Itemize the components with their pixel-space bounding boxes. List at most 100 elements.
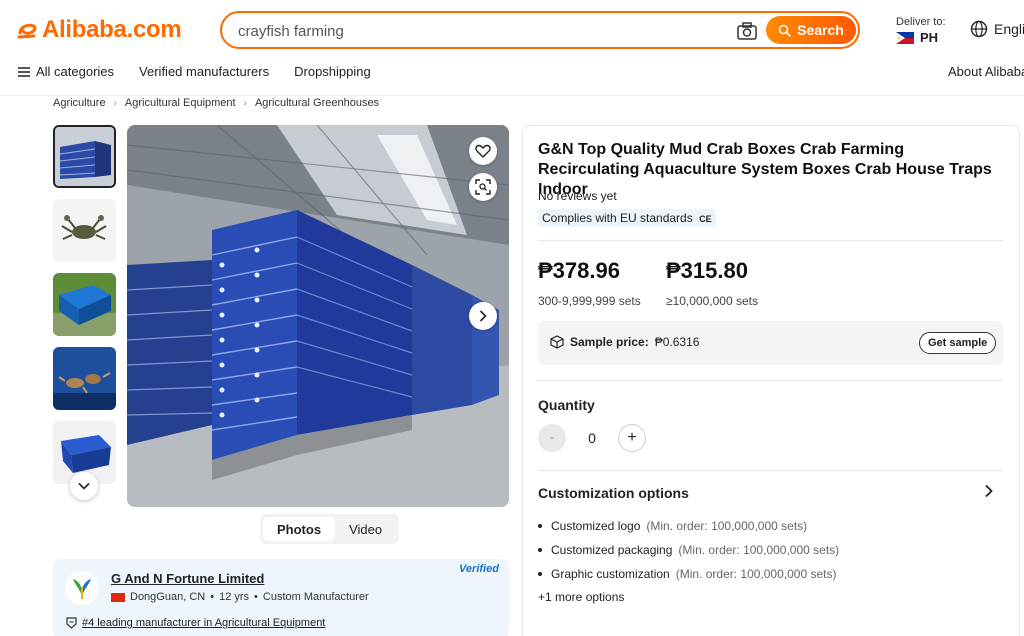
thumbnail-image: [53, 199, 116, 262]
language-label: Engli: [994, 21, 1024, 37]
customization-expand-button[interactable]: [984, 484, 994, 503]
divider: [538, 470, 1003, 471]
media-tabs: Photos Video: [260, 514, 400, 544]
nav-dropshipping[interactable]: Dropshipping: [294, 64, 371, 79]
top-nav: All categories Verified manufacturers Dr…: [18, 64, 371, 79]
image-search-button[interactable]: [469, 173, 497, 201]
leaf-logo-icon: [73, 579, 91, 599]
get-sample-button[interactable]: Get sample: [919, 332, 997, 354]
breadcrumb: Agriculture › Agricultural Equipment › A…: [53, 97, 379, 109]
verified-badge: Verified: [459, 563, 499, 575]
customization-list: Customized logo (Min. order: 100,000,000…: [538, 514, 839, 586]
search-button-label: Search: [797, 22, 844, 38]
award-icon: [66, 617, 77, 629]
supplier-meta: DongGuan, CN • 12 yrs • Custom Manufactu…: [111, 591, 369, 603]
thumbnail-crabs-tank[interactable]: [53, 347, 116, 410]
bullet-icon: [538, 524, 542, 528]
search-bar: Search: [220, 11, 860, 49]
quantity-increase-button[interactable]: +: [618, 424, 646, 452]
nav-verified-manufacturers[interactable]: Verified manufacturers: [139, 64, 269, 79]
breadcrumb-item[interactable]: Agriculture: [53, 97, 106, 109]
thumbnail-image: [53, 273, 116, 336]
quantity-decrease-button[interactable]: -: [538, 424, 566, 452]
nav-dropshipping-label: Dropshipping: [294, 64, 371, 79]
supplier-logo[interactable]: [65, 571, 99, 605]
supplier-years: 12 yrs: [219, 591, 250, 603]
supplier-card: G And N Fortune Limited DongGuan, CN • 1…: [53, 559, 509, 636]
search-button[interactable]: Search: [766, 16, 856, 44]
divider: [538, 240, 1003, 241]
chevron-right-icon: ›: [243, 97, 247, 109]
customization-option: Graphic customization (Min. order: 100,0…: [538, 562, 839, 586]
thumbnail-list: [53, 125, 118, 495]
thumbnail-image: [53, 347, 116, 410]
thumbnail-blue-box[interactable]: [53, 273, 116, 336]
nav-about[interactable]: About Alibaba: [948, 64, 1024, 79]
sample-price-label: Sample price:: [570, 335, 649, 349]
price-tier-1: ₱378.96: [538, 258, 620, 283]
meta-separator: •: [210, 591, 215, 603]
deliver-label: Deliver to:: [896, 16, 946, 28]
alibaba-logo-icon: [17, 23, 37, 39]
tab-video[interactable]: Video: [335, 517, 396, 541]
logo-text: Alibaba.com: [42, 16, 182, 43]
bullet-icon: [538, 548, 542, 552]
cn-flag-icon: [111, 592, 125, 602]
tab-photos[interactable]: Photos: [263, 517, 336, 541]
price-tier-1-range: 300-9,999,999 sets: [538, 294, 641, 308]
supplier-name[interactable]: G And N Fortune Limited: [111, 571, 264, 586]
camera-search-icon[interactable]: [736, 21, 758, 41]
chevron-right-icon: [985, 484, 993, 498]
bullet-icon: [538, 572, 542, 576]
customization-option-min: (Min. order: 100,000,000 sets): [678, 543, 840, 557]
product-photo: [127, 125, 509, 507]
divider: [538, 380, 1003, 381]
meta-separator: •: [254, 591, 258, 603]
supplier-location: DongGuan, CN: [130, 591, 206, 603]
thumbnail-crab[interactable]: [53, 199, 116, 262]
ce-mark-icon: CE: [699, 214, 712, 224]
customization-option-min: (Min. order: 100,000,000 sets): [675, 567, 837, 581]
search-input[interactable]: [238, 21, 718, 41]
alibaba-logo[interactable]: Alibaba.com: [16, 16, 182, 44]
eu-compliance-text: Complies with EU standards: [542, 211, 693, 225]
quantity-label: Quantity: [538, 397, 595, 413]
ph-flag-icon: [896, 31, 914, 44]
next-image-button[interactable]: [469, 302, 497, 330]
price-tier-2: ₱315.80: [666, 258, 748, 283]
sample-price: Sample price: ₱0.6316: [550, 335, 699, 349]
supplier-rank[interactable]: #4 leading manufacturer in Agricultural …: [66, 617, 325, 629]
customization-option: Customized packaging (Min. order: 100,00…: [538, 538, 839, 562]
breadcrumb-item[interactable]: Agricultural Equipment: [125, 97, 236, 109]
package-icon: [550, 335, 564, 349]
sample-price-value: ₱0.6316: [654, 335, 700, 349]
nav-all-categories[interactable]: All categories: [18, 64, 114, 79]
chevron-right-icon: [479, 310, 487, 322]
quantity-stepper: - 0 +: [538, 424, 646, 452]
menu-icon: [18, 66, 30, 77]
scan-icon: [475, 179, 491, 195]
supplier-type: Custom Manufacturer: [262, 591, 369, 603]
price-tier-2-range: ≥10,000,000 sets: [666, 294, 758, 308]
language-selector[interactable]: Engli: [970, 20, 1024, 38]
supplier-rank-text: #4 leading manufacturer in Agricultural …: [82, 617, 326, 629]
customization-option-name: Graphic customization: [551, 567, 670, 581]
eu-compliance-badge[interactable]: Complies with EU standards CE: [538, 209, 716, 227]
sample-price-box: Sample price: ₱0.6316 Get sample: [538, 321, 1003, 365]
thumbnail-crab-boxes[interactable]: [53, 125, 116, 188]
deliver-country: PH: [920, 30, 939, 45]
main-product-image[interactable]: [127, 125, 509, 507]
more-options-link[interactable]: +1 more options: [538, 590, 624, 604]
globe-icon: [970, 20, 988, 38]
nav-all-categories-label: All categories: [36, 64, 115, 79]
quantity-value[interactable]: 0: [566, 430, 618, 446]
chevron-down-icon: [78, 482, 90, 490]
thumbnails-scroll-down-button[interactable]: [70, 472, 98, 500]
customization-option-name: Customized packaging: [551, 543, 673, 557]
customization-title[interactable]: Customization options: [538, 485, 689, 501]
breadcrumb-item[interactable]: Agricultural Greenhouses: [255, 97, 379, 109]
deliver-to[interactable]: Deliver to: PH: [896, 16, 946, 45]
favorite-button[interactable]: [469, 137, 497, 165]
nav-verified-label: Verified manufacturers: [139, 64, 270, 79]
customization-option-min: (Min. order: 100,000,000 sets): [646, 519, 808, 533]
